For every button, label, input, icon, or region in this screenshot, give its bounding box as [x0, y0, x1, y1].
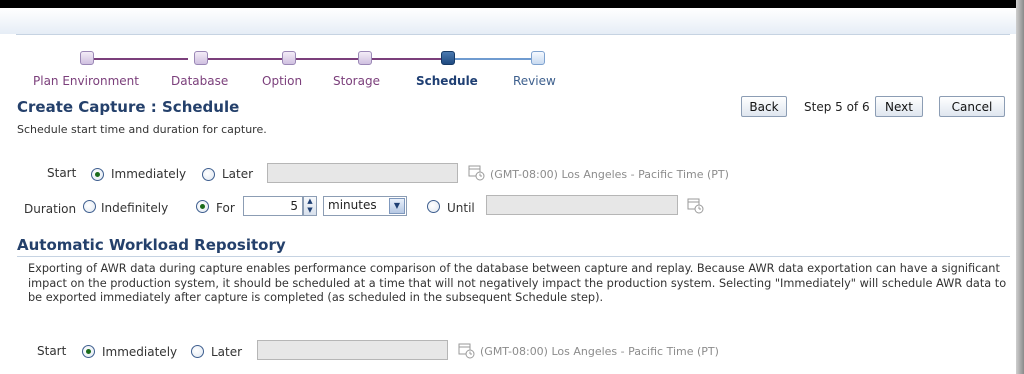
awr-section-title: Automatic Workload Repository	[17, 236, 286, 254]
header-band	[0, 8, 1016, 34]
train-label-option[interactable]: Option	[262, 74, 302, 88]
duration-until-radio[interactable]	[427, 200, 440, 213]
calendar-icon[interactable]	[467, 163, 485, 181]
start-later-radio[interactable]	[202, 168, 215, 181]
awr-start-label: Start	[37, 344, 67, 358]
train-stop-plan-environment[interactable]	[80, 51, 94, 65]
cancel-button[interactable]: Cancel	[939, 96, 1005, 117]
duration-until-datetime-field[interactable]	[486, 195, 678, 215]
spinner-icon[interactable]: ▲ ▼	[303, 196, 317, 216]
train-label-storage[interactable]: Storage	[333, 74, 380, 88]
awr-start-later-radio[interactable]	[191, 345, 204, 358]
start-timezone-text: (GMT-08:00) Los Angeles - Pacific Time (…	[490, 168, 729, 181]
train-connector	[372, 58, 441, 60]
duration-indefinitely-label[interactable]: Indefinitely	[101, 201, 168, 215]
awr-start-later-label[interactable]: Later	[211, 345, 242, 359]
back-button[interactable]: Back	[741, 96, 787, 117]
duration-for-radio[interactable]	[196, 200, 209, 213]
step-indicator: Step 5 of 6	[804, 100, 870, 114]
start-immediately-label[interactable]: Immediately	[111, 167, 186, 181]
duration-unit-value: minutes	[328, 198, 377, 212]
window-top-border	[0, 0, 1024, 8]
train-stop-database[interactable]	[194, 51, 208, 65]
duration-until-label[interactable]: Until	[447, 201, 475, 215]
train-label-database[interactable]: Database	[171, 74, 228, 88]
train-connector	[208, 58, 282, 60]
awr-description: Exporting of AWR data during capture ena…	[28, 262, 1007, 304]
header-divider	[16, 34, 1010, 35]
calendar-icon[interactable]	[686, 196, 704, 214]
train-label-plan-environment[interactable]: Plan Environment	[33, 74, 139, 88]
start-immediately-radio[interactable]	[91, 168, 104, 181]
awr-start-immediately-radio[interactable]	[82, 345, 95, 358]
train-connector	[93, 58, 188, 60]
duration-label: Duration	[24, 202, 77, 216]
awr-timezone-text: (GMT-08:00) Los Angeles - Pacific Time (…	[480, 345, 719, 358]
next-button[interactable]: Next	[875, 96, 923, 117]
train-stop-review	[531, 51, 545, 65]
window-right-border	[1016, 0, 1024, 374]
awr-start-immediately-label[interactable]: Immediately	[102, 345, 177, 359]
train-connector	[296, 58, 358, 60]
train-stop-option[interactable]	[282, 51, 296, 65]
start-later-datetime-field[interactable]	[267, 163, 458, 183]
duration-amount-input[interactable]: 5	[243, 196, 303, 216]
chevron-down-icon[interactable]: ▼	[389, 198, 405, 214]
duration-indefinitely-radio[interactable]	[83, 200, 96, 213]
duration-for-label[interactable]: For	[216, 201, 235, 215]
train-label-review: Review	[513, 74, 556, 88]
train-stop-schedule	[441, 51, 455, 65]
start-label: Start	[47, 166, 77, 180]
duration-unit-select[interactable]: minutes ▼	[323, 196, 407, 216]
calendar-icon[interactable]	[457, 341, 475, 359]
page-description: Schedule start time and duration for cap…	[17, 123, 267, 136]
awr-later-datetime-field[interactable]	[257, 340, 448, 360]
page-title: Create Capture : Schedule	[17, 98, 240, 116]
awr-section-divider	[17, 256, 1010, 257]
train-connector	[455, 58, 531, 60]
train-stop-storage[interactable]	[358, 51, 372, 65]
start-later-label[interactable]: Later	[222, 167, 253, 181]
train-label-schedule: Schedule	[416, 74, 478, 88]
